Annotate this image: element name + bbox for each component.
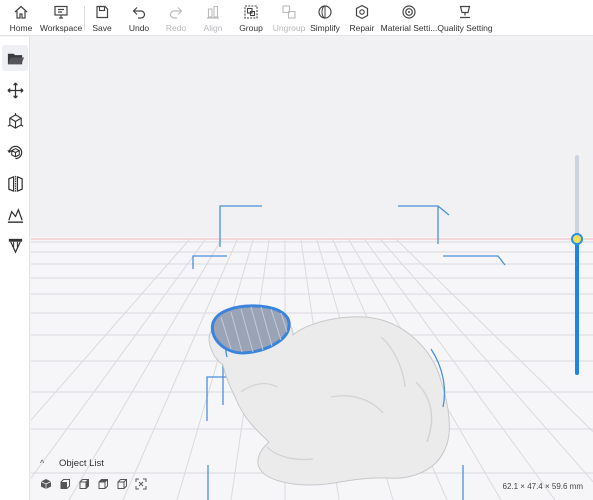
layer-slider-fill <box>575 238 579 375</box>
redo-icon <box>169 7 183 19</box>
main-toolbar: Home Workspace Save Undo Redo Align Grou… <box>0 0 593 36</box>
top-view-icon <box>117 479 127 489</box>
open-folder-icon <box>7 53 24 64</box>
ungroup-icon <box>282 5 296 19</box>
quality-setting-button[interactable]: Quality Setting <box>437 0 493 36</box>
scale-tool[interactable] <box>2 108 28 134</box>
simplify-button[interactable]: Simplify <box>309 0 341 36</box>
redo-label: Redo <box>165 23 187 33</box>
lay-flat-tool[interactable] <box>2 202 28 228</box>
model-dimensions: 62.1 × 47.4 × 59.6 mm <box>502 482 584 491</box>
build-plate-scene <box>31 205 593 500</box>
move-tool[interactable] <box>2 77 28 103</box>
rotate-tool[interactable] <box>2 139 28 165</box>
object-list-panel: ^ Object List <box>31 452 181 500</box>
rotate-icon <box>6 145 22 159</box>
simplify-icon <box>318 5 332 19</box>
repair-button[interactable]: Repair <box>347 0 377 36</box>
align-label: Align <box>203 23 223 33</box>
front-view-button[interactable] <box>59 478 71 490</box>
iso-view-button[interactable] <box>40 478 52 490</box>
redo-button[interactable]: Redo <box>162 0 190 36</box>
undo-icon <box>132 7 146 19</box>
material-settings-label: Material Setti... <box>380 23 438 33</box>
align-icon <box>207 5 219 19</box>
layer-slider-handle[interactable] <box>571 232 583 245</box>
repair-label: Repair <box>349 23 375 33</box>
quality-icon <box>459 5 471 19</box>
home-button[interactable]: Home <box>4 0 38 36</box>
fit-view-icon <box>135 478 147 490</box>
mirror-icon <box>7 175 23 192</box>
layer-slider-track[interactable] <box>575 155 579 375</box>
simplify-label: Simplify <box>310 23 340 33</box>
quality-setting-label: Quality Setting <box>437 23 493 33</box>
open-file-tool[interactable] <box>2 45 28 71</box>
chevron-up-icon[interactable]: ^ <box>40 458 52 468</box>
toolbar-divider <box>84 6 85 30</box>
save-label: Save <box>92 23 112 33</box>
repair-icon <box>355 4 369 20</box>
group-label: Group <box>239 23 263 33</box>
view-buttons <box>31 474 181 494</box>
ungroup-label: Ungroup <box>272 23 306 33</box>
home-icon <box>14 5 28 19</box>
group-icon <box>244 5 258 19</box>
object-list-header[interactable]: ^ Object List <box>31 452 181 474</box>
material-settings-button[interactable]: Material Setti... <box>381 0 437 36</box>
support-icon <box>8 238 22 254</box>
scale-icon <box>7 112 23 129</box>
iso-view-icon <box>40 479 52 489</box>
home-label: Home <box>9 23 33 33</box>
undo-button[interactable]: Undo <box>124 0 154 36</box>
tool-sidebar <box>0 37 30 500</box>
top-view-button[interactable] <box>116 478 128 490</box>
ungroup-button[interactable]: Ungroup <box>271 0 307 36</box>
save-icon <box>96 5 109 19</box>
fit-view-button[interactable] <box>135 478 147 490</box>
workspace-button[interactable]: Workspace <box>40 0 82 36</box>
align-button[interactable]: Align <box>199 0 227 36</box>
object-list-title: Object List <box>59 457 104 469</box>
left-view-icon <box>79 479 89 489</box>
undo-label: Undo <box>128 23 150 33</box>
support-tool[interactable] <box>2 232 28 258</box>
lay-flat-icon <box>7 207 23 223</box>
front-view-icon <box>60 479 70 489</box>
save-button[interactable]: Save <box>88 0 116 36</box>
group-button[interactable]: Group <box>236 0 266 36</box>
bunny-model[interactable] <box>208 304 450 486</box>
move-icon <box>7 82 23 98</box>
3d-viewport[interactable] <box>31 37 593 500</box>
mirror-tool[interactable] <box>2 170 28 196</box>
monitor-icon <box>54 5 68 19</box>
material-icon <box>402 5 416 19</box>
right-view-button[interactable] <box>97 478 109 490</box>
left-view-button[interactable] <box>78 478 90 490</box>
workspace-label: Workspace <box>39 23 83 33</box>
right-view-icon <box>98 479 108 489</box>
